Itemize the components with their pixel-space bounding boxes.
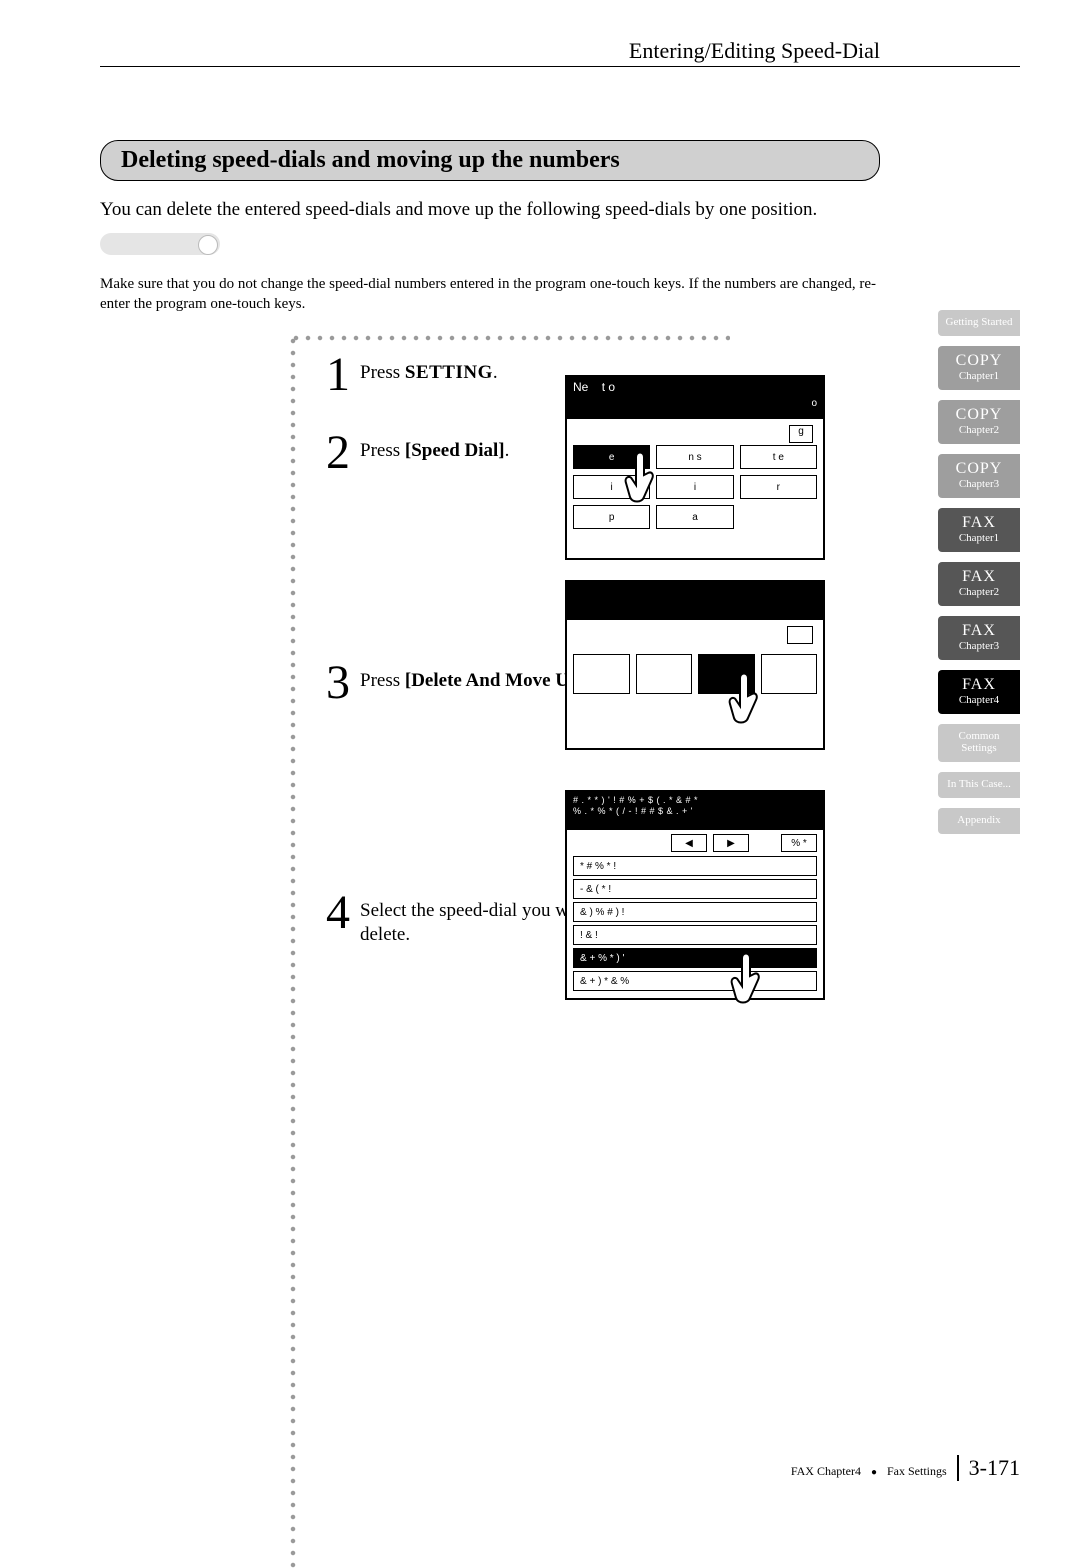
step-text-bold: [Speed Dial] (405, 440, 505, 461)
chapter-tabs: Getting Started COPYChapter1 COPYChapter2 C… (938, 310, 1020, 844)
hand-pointer-icon (727, 950, 769, 1010)
step-text-post: . (493, 362, 498, 383)
screen-btn[interactable] (573, 654, 630, 694)
step-text-bold: SETTING (405, 362, 493, 383)
screen-btn[interactable] (636, 654, 693, 694)
section-title: Deleting speed-dials and moving up the n… (100, 140, 880, 181)
list-item[interactable]: ! & ! (573, 925, 817, 945)
screen-title: Ne (573, 380, 588, 394)
list-item[interactable]: & + % * ) ' (573, 948, 817, 968)
list-item[interactable]: * # % * ! (573, 856, 817, 876)
note-text: Make sure that you do not change the spe… (100, 274, 880, 315)
screen-subtitle: % . * % * ( / - ! # # $ & . + ' (573, 806, 693, 816)
close-button[interactable]: g (789, 425, 813, 443)
list-item[interactable]: & + ) * & % (573, 971, 817, 991)
device-screen-step2: Ne t o o g e n s t e i i r p a (565, 375, 825, 560)
screen-btn[interactable]: a (656, 505, 733, 529)
step-text-pre: Press (360, 440, 405, 461)
note-badge (100, 233, 220, 255)
bullet-icon: ● (871, 1467, 877, 1478)
screen-title: # . * * ) ' ! # % + $ ( . * & # * (573, 795, 698, 805)
header-rule (100, 66, 1020, 67)
step-number: 3 (306, 659, 350, 707)
step-number: 4 (306, 889, 350, 937)
screen-btn[interactable] (761, 654, 818, 694)
chapter-tab[interactable]: FAXChapter1 (938, 508, 1020, 552)
hand-pointer-icon (621, 447, 663, 507)
device-screen-step3 (565, 580, 825, 750)
chapter-tab[interactable]: COPYChapter1 (938, 346, 1020, 390)
nav-next-button[interactable]: ▶ (713, 834, 749, 852)
screen-btn[interactable]: p (573, 505, 650, 529)
screen-btn[interactable]: n s (656, 445, 733, 469)
footer-crumb: FAX Chapter4 (791, 1464, 861, 1479)
dotted-rule-top (290, 335, 730, 341)
intro-text: You can delete the entered speed-dials a… (100, 199, 880, 221)
chapter-tab[interactable]: COPYChapter3 (938, 454, 1020, 498)
step-number: 1 (306, 351, 350, 399)
page-number: 3-171 (957, 1455, 1020, 1481)
page-footer: FAX Chapter4 ● Fax Settings 3-171 (791, 1455, 1020, 1481)
list-item[interactable]: - & ( * ! (573, 879, 817, 899)
step-number: 2 (306, 429, 350, 477)
chapter-tab[interactable]: FAXChapter2 (938, 562, 1020, 606)
step-text-bold: [Delete And Move Up] (405, 670, 586, 691)
close-button[interactable] (787, 626, 813, 644)
step-text-post: . (505, 440, 510, 461)
screen-btn[interactable]: r (740, 475, 817, 499)
chapter-tab[interactable]: Common Settings (938, 724, 1020, 762)
screen-title: t o (602, 380, 615, 394)
chapter-tab[interactable]: FAXChapter4 (938, 670, 1020, 714)
chapter-tab[interactable]: COPYChapter2 (938, 400, 1020, 444)
nav-prev-button[interactable]: ◀ (671, 834, 707, 852)
chapter-tab[interactable]: Appendix (938, 808, 1020, 834)
dotted-rule-left (290, 335, 296, 1568)
chapter-tab[interactable]: In This Case... (938, 772, 1020, 798)
hand-pointer-icon (725, 670, 767, 730)
chapter-tab[interactable]: Getting Started (938, 310, 1020, 336)
chapter-tab[interactable]: FAXChapter3 (938, 616, 1020, 660)
close-button[interactable]: % * (781, 834, 817, 852)
screen-subtitle: o (811, 398, 817, 410)
list-item[interactable]: & ) % # ) ! (573, 902, 817, 922)
device-screen-step4: # . * * ) ' ! # % + $ ( . * & # * % . * … (565, 790, 825, 1000)
step-text-pre: Press (360, 670, 405, 691)
screen-btn[interactable]: i (656, 475, 733, 499)
screen-title (567, 582, 823, 620)
screen-btn[interactable]: t e (740, 445, 817, 469)
footer-crumb: Fax Settings (887, 1464, 947, 1479)
step-text-pre: Press (360, 362, 405, 383)
page-header: Entering/Editing Speed-Dial (629, 38, 880, 64)
